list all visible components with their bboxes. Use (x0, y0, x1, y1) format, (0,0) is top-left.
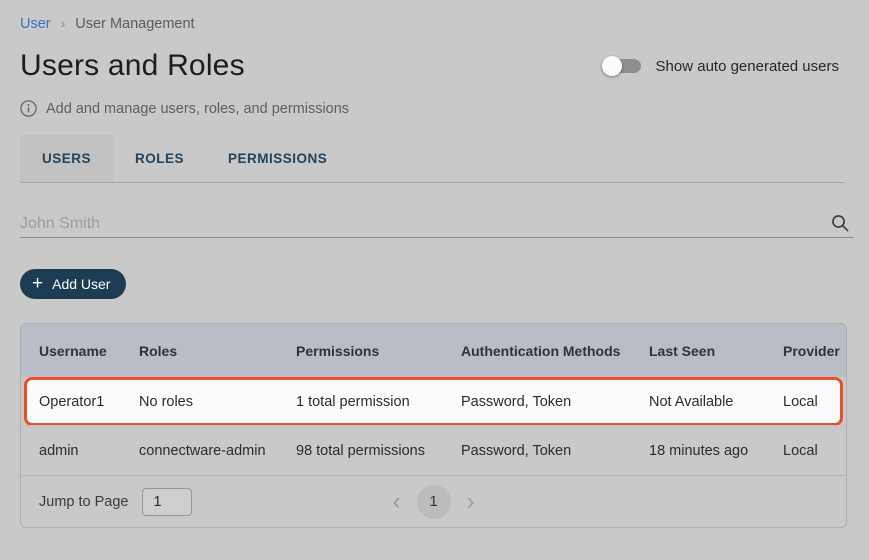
cell-roles: No roles (139, 394, 296, 410)
tab-roles[interactable]: ROLES (113, 135, 206, 182)
cell-permissions: 98 total permissions (296, 443, 461, 459)
users-table: Username Roles Permissions Authenticatio… (20, 323, 847, 528)
breadcrumb-current: User Management (75, 16, 194, 32)
info-icon (20, 100, 37, 117)
page-subtitle-row: Add and manage users, roles, and permiss… (20, 100, 847, 117)
breadcrumb-link-user[interactable]: User (20, 16, 51, 32)
table-row-admin[interactable]: admin connectware-admin 98 total permiss… (21, 425, 846, 475)
cell-last-seen: Not Available (649, 394, 783, 410)
search-input[interactable] (20, 212, 820, 236)
toggle-knob (602, 56, 622, 76)
cell-roles: connectware-admin (139, 443, 296, 459)
search-field (20, 212, 854, 238)
column-header-last-seen: Last Seen (649, 343, 783, 359)
plus-icon: + (32, 274, 43, 293)
column-header-roles: Roles (139, 343, 296, 359)
table-header: Username Roles Permissions Authenticatio… (21, 324, 846, 377)
user-management-page: User › User Management Users and Roles S… (0, 0, 869, 560)
tab-bar: USERS ROLES PERMISSIONS (20, 135, 847, 182)
current-page-button[interactable]: 1 (417, 485, 451, 519)
cell-last-seen: 18 minutes ago (649, 443, 783, 459)
toggle-label: Show auto generated users (656, 58, 839, 75)
table-row-operator1[interactable]: Operator1 No roles 1 total permission Pa… (24, 377, 843, 426)
breadcrumb: User › User Management (20, 16, 847, 32)
column-header-username: Username (39, 343, 139, 359)
prev-page-icon[interactable]: ‹ (390, 490, 404, 514)
column-header-provider: Provider (783, 343, 846, 359)
show-auto-generated-users-toggle[interactable] (602, 56, 642, 76)
tab-users[interactable]: USERS (20, 135, 113, 182)
cell-username: Operator1 (39, 394, 139, 410)
cell-auth-methods: Password, Token (461, 443, 649, 459)
auto-generated-users-toggle-group: Show auto generated users (602, 56, 839, 76)
cell-provider: Local (783, 394, 840, 410)
next-page-icon[interactable]: › (464, 490, 478, 514)
search-icon[interactable] (830, 212, 850, 234)
page-title: Users and Roles (20, 49, 245, 83)
cell-auth-methods: Password, Token (461, 394, 649, 410)
cell-permissions: 1 total permission (296, 394, 461, 410)
add-user-button[interactable]: + Add User (20, 269, 126, 299)
tab-bar-divider (20, 182, 845, 183)
jump-to-page-input[interactable] (142, 488, 192, 516)
title-row: Users and Roles Show auto generated user… (20, 49, 847, 83)
column-header-auth-methods: Authentication Methods (461, 343, 649, 359)
cell-provider: Local (783, 443, 846, 459)
page-subtitle: Add and manage users, roles, and permiss… (46, 101, 349, 117)
add-user-label: Add User (52, 276, 110, 292)
table-footer: Jump to Page ‹ 1 › (21, 475, 846, 527)
jump-to-page-label: Jump to Page (39, 494, 128, 510)
breadcrumb-separator-icon: › (61, 16, 66, 30)
cell-username: admin (39, 443, 139, 459)
pagination: ‹ 1 › (390, 485, 478, 519)
column-header-permissions: Permissions (296, 343, 461, 359)
tab-permissions[interactable]: PERMISSIONS (206, 135, 349, 182)
